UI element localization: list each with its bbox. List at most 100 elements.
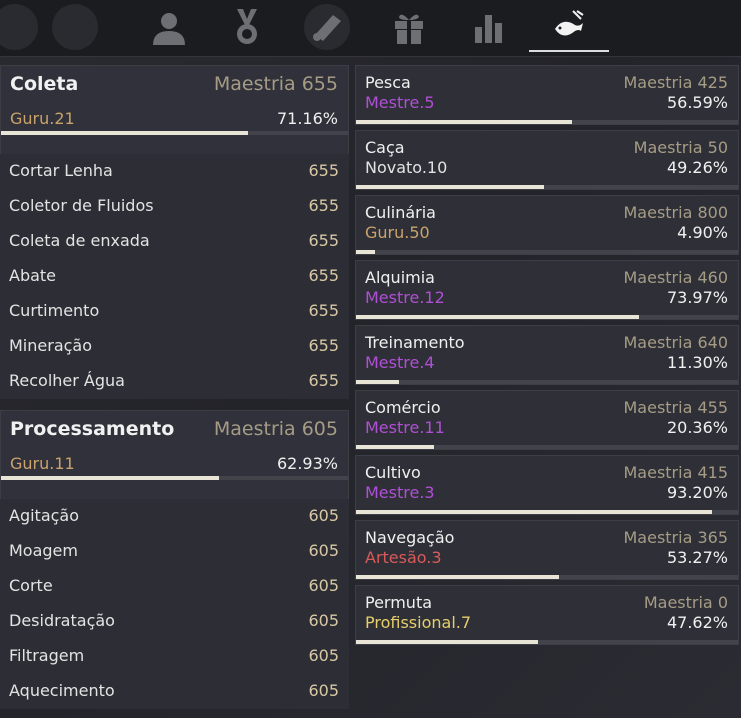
lifeskill-name: Comércio: [365, 398, 441, 417]
group-title: Coleta: [10, 73, 79, 95]
group-title: Processamento: [10, 418, 175, 440]
lifeskill-name: Caça: [365, 138, 405, 157]
skill-name: Cortar Lenha: [9, 161, 113, 180]
lifeskill-name: Permuta: [365, 593, 433, 612]
lifeskill-progress-fill: [356, 445, 434, 449]
lifeskill-card[interactable]: Alquimia Maestria 460 Mestre.12 73.97%: [355, 260, 739, 320]
tab-lifeskills[interactable]: [529, 0, 609, 54]
group-header-coleta[interactable]: Coleta Maestria 655 Guru.21 71.16%: [0, 65, 349, 156]
skill-value: 605: [308, 681, 339, 700]
lifeskill-rank: Guru.50: [365, 223, 430, 242]
lifeskill-percent: 56.59%: [666, 93, 728, 112]
skill-name: Filtragem: [9, 646, 85, 665]
group-percent: 62.93%: [276, 454, 338, 473]
group-header-processamento[interactable]: Processamento Maestria 605 Guru.11 62.93…: [0, 410, 349, 501]
lifeskill-mastery: Maestria 640: [623, 333, 728, 352]
lifeskill-percent: 93.20%: [666, 483, 728, 502]
lifeskill-rank: Artesão.3: [365, 548, 442, 567]
group-progress-bar: [1, 131, 348, 135]
lifeskill-progress-fill: [356, 185, 545, 189]
lifeskill-progress-fill: [356, 120, 573, 124]
lifeskill-percent: 11.30%: [666, 353, 728, 372]
skill-row[interactable]: Filtragem 605: [0, 639, 349, 674]
tab-statistics[interactable]: [454, 0, 524, 54]
lifeskill-card[interactable]: Pesca Maestria 425 Mestre.5 56.59%: [355, 65, 739, 125]
lifeskill-name: Alquimia: [365, 268, 435, 287]
lifeskill-progress-bar: [356, 185, 738, 189]
lifeskill-rank: Profissional.7: [365, 613, 472, 632]
skill-name: Agitação: [9, 506, 80, 525]
skill-name: Aquecimento: [9, 681, 115, 700]
lifeskill-progress-bar: [356, 445, 738, 449]
skill-value: 655: [308, 231, 339, 250]
skill-row[interactable]: Corte 605: [0, 569, 349, 604]
skill-row[interactable]: Desidratação 605: [0, 604, 349, 639]
skill-name: Abate: [9, 266, 57, 285]
skill-row[interactable]: Cortar Lenha 655: [0, 154, 349, 189]
lifeskill-progress-bar: [356, 640, 738, 644]
lifeskill-progress-fill: [356, 315, 639, 319]
lifeskill-mastery: Maestria 460: [623, 268, 728, 287]
skill-row[interactable]: Abate 655: [0, 259, 349, 294]
group-progress-fill: [1, 131, 248, 135]
lifeskill-mastery: Maestria 0: [643, 593, 728, 612]
skill-value: 655: [308, 301, 339, 320]
lifeskill-mastery: Maestria 800: [623, 203, 728, 222]
lifeskill-card[interactable]: Culinária Maestria 800 Guru.50 4.90%: [355, 195, 739, 255]
skill-row[interactable]: Coleta de enxada 655: [0, 224, 349, 259]
lifeskill-rank: Mestre.3: [365, 483, 435, 502]
tab-hidden-2[interactable]: [40, 0, 110, 54]
skill-row[interactable]: Recolher Água 655: [0, 364, 349, 399]
skill-value: 655: [308, 336, 339, 355]
lifeskill-rank: Mestre.4: [365, 353, 435, 372]
lifeskill-card[interactable]: Treinamento Maestria 640 Mestre.4 11.30%: [355, 325, 739, 385]
lifeskill-progress-fill: [356, 510, 713, 514]
group-percent: 71.16%: [276, 109, 338, 128]
skill-name: Mineração: [9, 336, 93, 355]
lifeskill-progress-bar: [356, 380, 738, 384]
lifeskill-percent: 49.26%: [666, 158, 728, 177]
skill-row[interactable]: Mineração 655: [0, 329, 349, 364]
skill-row[interactable]: Curtimento 655: [0, 294, 349, 329]
skill-row[interactable]: Aquecimento 605: [0, 674, 349, 709]
tab-medal[interactable]: [212, 0, 282, 54]
lifeskill-name: Treinamento: [365, 333, 465, 352]
skill-row[interactable]: Moagem 605: [0, 534, 349, 569]
lifeskill-rank: Mestre.11: [365, 418, 445, 437]
lifeskill-name: Pesca: [365, 73, 411, 92]
tab-scroll[interactable]: [292, 0, 362, 54]
lifeskill-rank: Novato.10: [365, 158, 448, 177]
skill-value: 605: [308, 541, 339, 560]
lifeskill-percent: 73.97%: [666, 288, 728, 307]
group-progress-bar: [1, 476, 348, 480]
lifeskill-mastery: Maestria 455: [623, 398, 728, 417]
profile-icon: [153, 13, 185, 45]
lifeskill-card[interactable]: Navegação Maestria 365 Artesão.3 53.27%: [355, 520, 739, 580]
lifeskill-progress-fill: [356, 380, 400, 384]
lifeskill-card[interactable]: Comércio Maestria 455 Mestre.11 20.36%: [355, 390, 739, 450]
lifeskill-card[interactable]: Permuta Maestria 0 Profissional.7 47.62%: [355, 585, 739, 645]
lifeskill-card[interactable]: Cultivo Maestria 415 Mestre.3 93.20%: [355, 455, 739, 515]
lifeskill-progress-bar: [356, 250, 738, 254]
group-rank: Guru.21: [10, 109, 75, 128]
lifeskill-mastery: Maestria 415: [623, 463, 728, 482]
lifeskill-mastery: Maestria 50: [633, 138, 728, 157]
lifeskill-card[interactable]: Caça Maestria 50 Novato.10 49.26%: [355, 130, 739, 190]
lifeskill-progress-bar: [356, 120, 738, 124]
tab-gift[interactable]: [374, 0, 444, 54]
skill-row[interactable]: Coletor de Fluidos 655: [0, 189, 349, 224]
lifeskill-progress-fill: [356, 250, 375, 254]
skill-name: Desidratação: [9, 611, 115, 630]
lifeskill-name: Cultivo: [365, 463, 421, 482]
lifeskill-rank: Mestre.12: [365, 288, 445, 307]
lifeskill-name: Navegação: [365, 528, 455, 547]
skill-value: 655: [308, 371, 339, 390]
skill-value: 655: [308, 266, 339, 285]
tab-profile[interactable]: [134, 0, 204, 54]
lifeskill-mastery: Maestria 365: [623, 528, 728, 547]
skill-name: Coletor de Fluidos: [9, 196, 154, 215]
skill-name: Recolher Água: [9, 371, 125, 390]
skill-row[interactable]: Agitação 605: [0, 499, 349, 534]
lifeskill-progress-bar: [356, 575, 738, 579]
skill-name: Moagem: [9, 541, 78, 560]
